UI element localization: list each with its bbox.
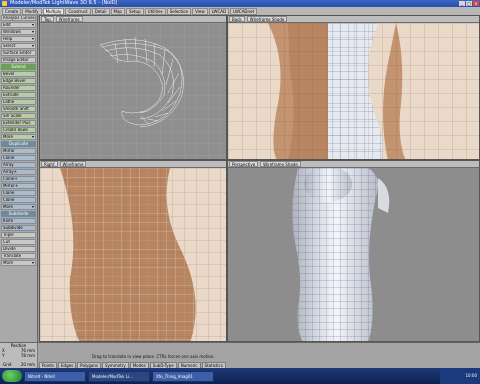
- tool-button[interactable]: Triple: [1, 232, 36, 238]
- tool-button[interactable]: Analysis Curves: [1, 15, 36, 21]
- taskbar: Nitrelt - Nitell Modeler/ModTek Li... Xf…: [0, 368, 480, 384]
- tool-button[interactable]: Array: [1, 162, 36, 168]
- tool-button[interactable]: Bevel: [1, 71, 36, 77]
- tool-panel: Analysis CurvesEditWindowsHelpSelectSurf…: [0, 15, 38, 342]
- close-button[interactable]: ×: [473, 1, 479, 6]
- grid-label: Grid: [3, 362, 12, 367]
- tool-button[interactable]: Cut: [1, 239, 36, 245]
- grid-value: 20 mm: [20, 362, 35, 367]
- viewport-view-select[interactable]: Back: [229, 16, 245, 22]
- tab-setup[interactable]: Setup: [125, 8, 144, 15]
- tool-button[interactable]: Translate: [1, 253, 36, 259]
- tool-button[interactable]: Clone: [1, 155, 36, 161]
- tool-button[interactable]: Create Rows: [1, 127, 36, 133]
- viewport-mode-select[interactable]: Wireframe: [59, 161, 87, 167]
- system-tray-clock: 10:00: [440, 368, 480, 384]
- viewport-mode-select[interactable]: Wireframe: [55, 16, 83, 22]
- tab-view[interactable]: View: [192, 8, 208, 15]
- grid-readout: Grid 20 mm: [1, 362, 37, 367]
- tool-button[interactable]: Mirror: [1, 148, 36, 154]
- tool-button[interactable]: Surface Editor: [1, 50, 36, 56]
- viewport-perspective[interactable]: Perspective Wireframe Shade: [227, 160, 480, 342]
- tool-button[interactable]: Clone+: [1, 176, 36, 182]
- tab-utilities[interactable]: Utilities: [144, 8, 166, 15]
- viewport-view-select[interactable]: Top: [41, 16, 54, 22]
- tab-construct[interactable]: Construct: [65, 8, 91, 15]
- viewport-view-select[interactable]: Right: [41, 161, 58, 167]
- tool-button[interactable]: Lathe: [1, 99, 36, 105]
- tool-button[interactable]: Help: [1, 36, 36, 42]
- tool-button[interactable]: Clone: [1, 197, 36, 203]
- tool-button[interactable]: More: [1, 134, 36, 140]
- tool-button[interactable]: Windows: [1, 29, 36, 35]
- tool-button[interactable]: Smooth Shift: [1, 106, 36, 112]
- viewport-view-select[interactable]: Perspective: [229, 161, 259, 167]
- section-header-duplicate: Duplicate: [1, 141, 36, 147]
- status-bar: Position X 76 mm Y 78 mm Grid 20 mm Drag t…: [0, 342, 480, 369]
- section-header-extend: Extend: [1, 64, 36, 70]
- app-icon: [2, 1, 7, 6]
- maximize-button[interactable]: □: [466, 1, 472, 6]
- taskbar-item[interactable]: Nitrelt - Nitell: [24, 370, 86, 382]
- viewport-right[interactable]: Right Wireframe: [39, 160, 227, 342]
- tab-create[interactable]: Create: [2, 8, 22, 15]
- tool-button[interactable]: Clone: [1, 190, 36, 196]
- menu-tabs: Create Modify Multiply Construct Detail Map Se…: [0, 7, 480, 15]
- tab-lwcadnet[interactable]: LWCADnet: [230, 8, 258, 15]
- tool-button[interactable]: Mirror+: [1, 183, 36, 189]
- viewport-mode-select[interactable]: Wireframe Shade: [260, 161, 301, 167]
- window-title: Modeler/ModTek LightWave 3D 9.5 - (NoID): [10, 0, 118, 6]
- tool-button[interactable]: Array+: [1, 169, 36, 175]
- tool-button[interactable]: Select: [1, 43, 36, 49]
- taskbar-item[interactable]: Xfe_Thing_Imag01: [152, 370, 214, 382]
- section-header-subdivide: Subdivide: [1, 211, 36, 217]
- start-button[interactable]: [2, 370, 22, 382]
- tab-lwcad[interactable]: LWCAD: [208, 8, 230, 15]
- tool-button[interactable]: Subdivide: [1, 225, 36, 231]
- minimize-button[interactable]: _: [459, 1, 465, 6]
- viewport-mode-select[interactable]: Wireframe Shade: [246, 16, 288, 22]
- tool-button[interactable]: Rounder: [1, 85, 36, 91]
- tab-detail[interactable]: Detail: [91, 8, 110, 15]
- viewport-back[interactable]: Back Wireframe Shade: [227, 15, 480, 160]
- tool-button[interactable]: Sm Scale: [1, 113, 36, 119]
- tool-button[interactable]: Edit: [1, 22, 36, 28]
- tool-button[interactable]: More: [1, 260, 36, 266]
- back-view-canvas: [228, 23, 479, 159]
- tool-button[interactable]: Edge Bevel: [1, 78, 36, 84]
- y-value: 78 mm: [20, 353, 35, 358]
- title-bar: Modeler/ModTek LightWave 3D 9.5 - (NoID)…: [0, 0, 480, 7]
- tool-button[interactable]: More: [1, 204, 36, 210]
- tool-button[interactable]: Extender Plus: [1, 120, 36, 126]
- status-hint: Drag to translate in view plane. CTRL fo…: [92, 354, 215, 359]
- perspective-canvas: [228, 168, 479, 341]
- tool-button[interactable]: Knife: [1, 218, 36, 224]
- tab-multiply[interactable]: Multiply: [42, 8, 65, 15]
- y-label: Y: [2, 353, 5, 358]
- tab-selection[interactable]: Selection: [166, 8, 192, 15]
- tab-modify[interactable]: Modify: [22, 8, 42, 15]
- tool-button[interactable]: Divide: [1, 246, 36, 252]
- viewport-top[interactable]: Top Wireframe: [39, 15, 227, 160]
- top-view-canvas: [40, 23, 226, 159]
- tab-map[interactable]: Map: [110, 8, 125, 15]
- tool-button[interactable]: Extrude: [1, 92, 36, 98]
- taskbar-item[interactable]: Modeler/ModTek Li...: [88, 370, 150, 382]
- right-view-canvas: [40, 168, 226, 341]
- tool-button[interactable]: Image Editor: [1, 57, 36, 63]
